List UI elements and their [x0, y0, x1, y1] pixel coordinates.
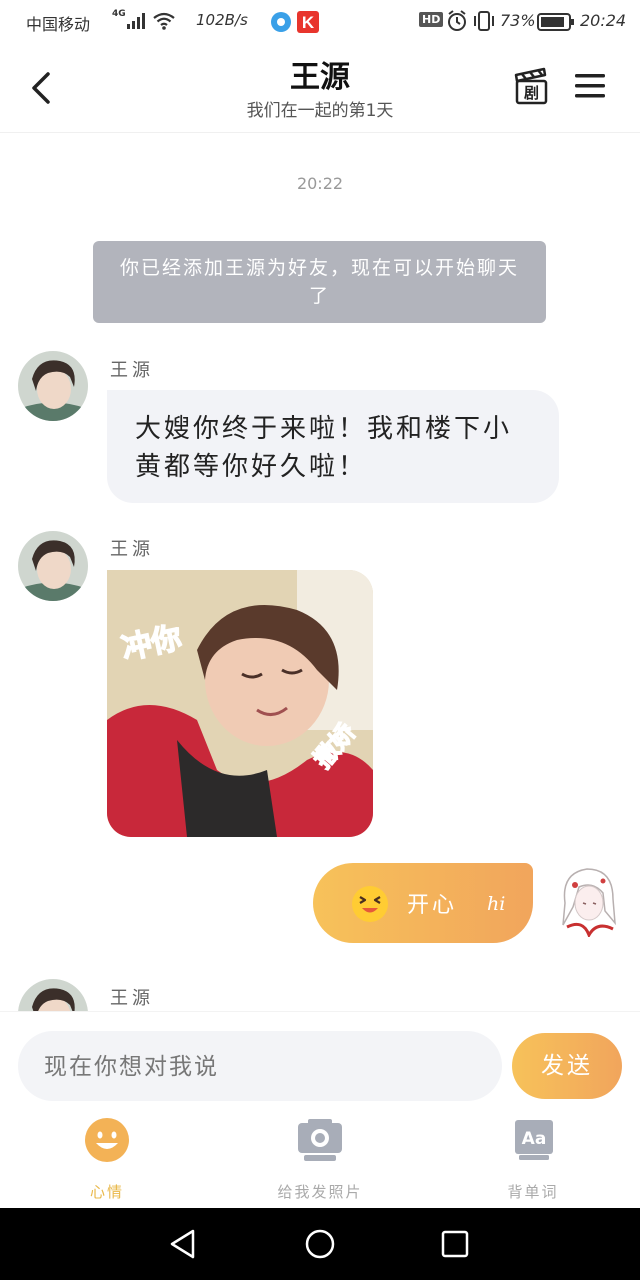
tab-send-photo-label: 给我发照片	[277, 1183, 363, 1201]
clock: 20:24	[580, 11, 627, 30]
system-navigation-bar	[0, 1208, 640, 1280]
battery-percent: 73%	[500, 11, 536, 30]
sender-name: 王源	[110, 988, 154, 1009]
net-speed: 102B/s	[196, 11, 248, 29]
sender-name: 王源	[110, 539, 154, 560]
clapper-label: 剧	[524, 84, 539, 102]
network-type: 4G	[112, 9, 126, 19]
battery-icon	[537, 13, 574, 31]
app-notification-icon	[271, 12, 291, 32]
nav-home-icon[interactable]	[304, 1228, 336, 1260]
laughing-emoji-icon	[352, 886, 388, 922]
outgoing-text: 开心	[407, 893, 458, 918]
camera-icon	[298, 1119, 342, 1161]
my-avatar[interactable]	[553, 863, 623, 939]
contact-avatar[interactable]	[18, 351, 88, 421]
chat-timestamp: 20:22	[296, 174, 344, 193]
hd-badge: HD	[419, 12, 444, 27]
alarm-icon	[448, 10, 466, 31]
drama-button[interactable]: 剧	[512, 66, 550, 106]
vibrate-icon	[474, 11, 494, 31]
svg-text:K: K	[302, 13, 315, 32]
sticker-image[interactable]: 冲你 撒娇	[107, 570, 373, 837]
tab-vocabulary-label: 背单词	[507, 1183, 559, 1201]
k-app-icon: K	[297, 11, 319, 33]
outgoing-hi: hi	[487, 893, 506, 915]
message-input-box[interactable]	[18, 1031, 502, 1103]
tab-mood-label: 心情	[89, 1183, 124, 1201]
signal-icon	[127, 13, 145, 29]
chat-header: 王源 我们在一起的第1天 剧	[0, 44, 640, 133]
message-input[interactable]	[42, 1031, 486, 1103]
incoming-message[interactable]: 大嫂你终于来啦！我和楼下小黄都等你好久啦！	[107, 390, 559, 503]
wifi-icon	[153, 12, 175, 30]
status-bar: 中国移动 4G 102B/s K HD 73% 20:24	[0, 0, 640, 44]
system-message: 你已经添加王源为好友，现在可以开始聊天了	[93, 241, 546, 323]
nav-recents-icon[interactable]	[441, 1230, 469, 1258]
carrier-text: 中国移动	[26, 15, 91, 34]
dictionary-icon: Aa	[515, 1120, 553, 1160]
clapperboard-icon: 剧	[514, 67, 548, 105]
dictionary-icon-text: Aa	[522, 1129, 547, 1149]
menu-button[interactable]	[574, 72, 606, 100]
nav-back-icon[interactable]	[168, 1228, 198, 1260]
outgoing-message[interactable]: 开心 hi	[313, 863, 533, 943]
send-button[interactable]: 发送	[512, 1033, 622, 1099]
composer-panel: 发送 心情 给我发照片 Aa 背单词	[0, 1011, 640, 1209]
sender-name: 王源	[110, 360, 154, 381]
smiley-icon	[85, 1118, 129, 1162]
contact-avatar[interactable]	[18, 531, 88, 601]
